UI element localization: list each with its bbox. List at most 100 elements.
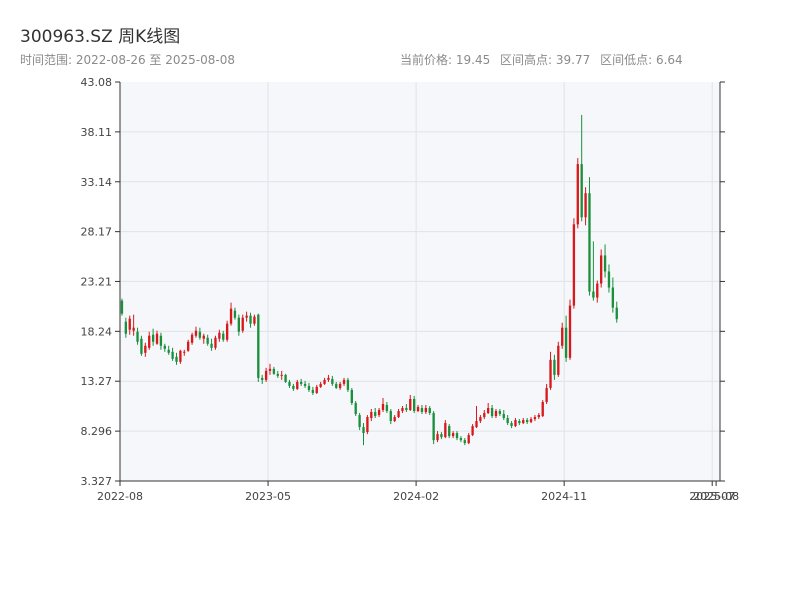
candle bbox=[354, 400, 357, 417]
candle-body bbox=[183, 351, 186, 353]
candle-body bbox=[335, 383, 338, 388]
candle-body bbox=[198, 331, 202, 338]
candle-body bbox=[206, 337, 209, 344]
candle-body bbox=[327, 377, 330, 380]
candle-body bbox=[529, 419, 533, 423]
candle-body bbox=[354, 402, 357, 415]
candle-body bbox=[264, 370, 268, 380]
candle bbox=[284, 373, 287, 383]
candle-body bbox=[229, 308, 233, 324]
candle-body bbox=[572, 224, 576, 306]
candle bbox=[225, 320, 229, 342]
candle-body bbox=[292, 385, 295, 389]
candle-body bbox=[545, 387, 548, 402]
candle-body bbox=[432, 413, 435, 441]
candle-body bbox=[245, 315, 248, 318]
candle-body bbox=[311, 389, 315, 393]
y-tick-label: 33.14 bbox=[81, 176, 113, 189]
candle-body bbox=[510, 423, 513, 427]
candle-body bbox=[284, 374, 287, 382]
candle-body bbox=[393, 417, 396, 422]
candle-body bbox=[479, 417, 482, 422]
candle-body bbox=[128, 318, 131, 330]
candle-body bbox=[455, 433, 459, 439]
candle-body bbox=[487, 408, 490, 414]
candle-body bbox=[261, 377, 264, 380]
candle-body bbox=[370, 412, 373, 419]
candle-body bbox=[385, 404, 389, 412]
candle-body bbox=[249, 315, 252, 324]
candle-body bbox=[389, 411, 392, 422]
candle-body bbox=[331, 378, 334, 384]
candle-body bbox=[303, 383, 307, 386]
candle bbox=[448, 424, 451, 439]
candle-body bbox=[448, 426, 451, 437]
y-tick-label: 13.27 bbox=[81, 375, 113, 388]
candle-body bbox=[136, 331, 139, 342]
candle-body bbox=[615, 307, 618, 320]
candle-body bbox=[296, 381, 299, 389]
candle bbox=[557, 341, 560, 377]
candle-body bbox=[471, 426, 474, 436]
candle-body bbox=[412, 398, 416, 412]
candle-body bbox=[409, 398, 412, 411]
y-tick-label: 43.08 bbox=[81, 76, 113, 89]
candle-body bbox=[124, 321, 128, 334]
candle-body bbox=[416, 406, 420, 412]
candle-body bbox=[268, 368, 272, 371]
candle-body bbox=[475, 421, 478, 428]
candle-body bbox=[272, 368, 276, 374]
candle-body bbox=[498, 411, 502, 415]
candle bbox=[432, 411, 435, 445]
candle-body bbox=[194, 330, 198, 336]
candle-body bbox=[596, 283, 599, 298]
x-tick-label: 2024-11 bbox=[541, 490, 587, 503]
candlestick-chart: 3.327 8.296 13.27 18.24 23.21 28.17 33.14 38.11… bbox=[81, 76, 740, 503]
candle-body bbox=[459, 438, 463, 441]
candle-body bbox=[155, 333, 159, 344]
y-tick-label: 28.17 bbox=[81, 226, 113, 239]
candle-body bbox=[549, 359, 552, 388]
y-tick-label: 38.11 bbox=[81, 126, 113, 139]
candle-body bbox=[561, 327, 564, 346]
candle bbox=[588, 177, 591, 296]
candle-body bbox=[603, 255, 607, 272]
candle bbox=[140, 335, 143, 356]
candle-body bbox=[288, 381, 291, 386]
x-tick-label: 2022-08 bbox=[97, 490, 143, 503]
candle-body bbox=[218, 332, 221, 339]
candle-body bbox=[401, 408, 404, 412]
candle-body bbox=[557, 345, 560, 375]
candle-body bbox=[541, 401, 544, 417]
candle-body bbox=[159, 335, 163, 346]
candle-body bbox=[420, 408, 424, 413]
candle-body bbox=[276, 373, 279, 376]
candle-body bbox=[163, 345, 166, 349]
candle-body bbox=[424, 408, 428, 413]
candle-body bbox=[315, 386, 318, 393]
y-tick-label: 8.296 bbox=[81, 425, 113, 438]
candle-body bbox=[436, 434, 439, 441]
x-tick-label: 2023-05 bbox=[245, 490, 291, 503]
candle-body bbox=[584, 193, 587, 218]
candle-body bbox=[167, 349, 170, 353]
candle-body bbox=[346, 379, 350, 390]
candle-body bbox=[214, 337, 217, 348]
candle bbox=[214, 335, 217, 350]
candle-body bbox=[397, 411, 400, 418]
candle-body bbox=[342, 379, 346, 384]
candle-body bbox=[132, 327, 135, 331]
candle-body bbox=[518, 421, 521, 424]
candle-body bbox=[467, 435, 470, 444]
candle-body bbox=[405, 408, 408, 411]
candle-body bbox=[440, 434, 443, 438]
candle bbox=[572, 218, 576, 309]
candle-body bbox=[237, 317, 240, 332]
candle-body bbox=[525, 420, 529, 423]
candle-body bbox=[588, 193, 591, 292]
candle-body bbox=[366, 417, 369, 433]
x-tick-label: 2024-02 bbox=[393, 490, 439, 503]
candle-body bbox=[307, 385, 311, 390]
candle-body bbox=[358, 415, 361, 428]
candle-body bbox=[381, 403, 385, 411]
